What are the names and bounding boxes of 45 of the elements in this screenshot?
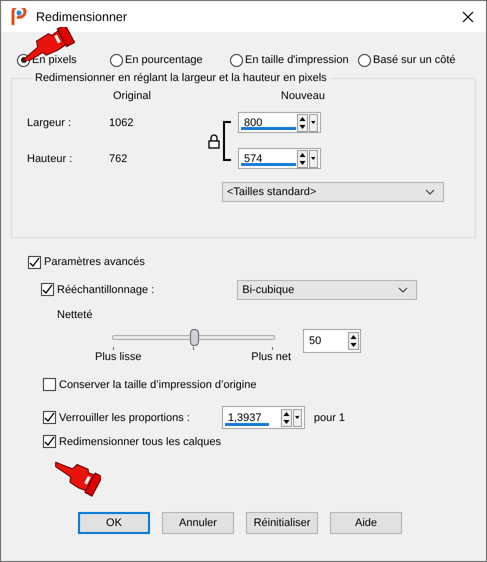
number-field[interactable]: 800 — [238, 112, 321, 133]
number-field[interactable]: 1,3937 — [222, 406, 305, 429]
checkbox-option[interactable]: Paramètres avancés — [28, 254, 145, 270]
dialog-button[interactable]: OK — [78, 512, 150, 534]
checkmark-icon — [44, 412, 55, 423]
radio-option[interactable]: Basé sur un côté — [358, 52, 476, 68]
checkbox-option[interactable]: Redimensionner tous les calques — [43, 435, 222, 448]
number-field[interactable]: 574 — [238, 148, 321, 169]
group-title: Redimensionner en réglant la largeur et la hauteur en pixels — [34, 72, 328, 84]
checkbox-option[interactable]: Rééchantillonnage : — [41, 283, 154, 296]
lock-icon[interactable] — [208, 132, 220, 148]
checkmark-icon — [42, 284, 53, 295]
original-value: 762 — [109, 152, 128, 164]
min-label: Plus lisse — [95, 350, 142, 362]
dimension-label: Hauteur : — [27, 152, 74, 164]
checkmark-icon — [44, 436, 55, 447]
chevron-down-icon — [398, 286, 408, 292]
spin-arrows-icon[interactable] — [280, 408, 303, 426]
spin-arrows-icon[interactable] — [297, 150, 319, 168]
sharpness-label: Netteté — [57, 308, 94, 322]
app-icon — [11, 8, 27, 26]
close-icon[interactable] — [462, 10, 474, 22]
max-label: Plus net — [251, 350, 291, 362]
dimension-label: Largeur : — [27, 116, 72, 128]
radio-option[interactable]: En pourcentage — [110, 52, 230, 68]
dialog-button[interactable]: Aide — [330, 512, 402, 534]
checkbox-option[interactable]: Verrouiller les proportions : — [43, 411, 190, 424]
column-header: Nouveau — [280, 90, 325, 104]
method-dropdown[interactable]: Bi-cubique — [237, 280, 418, 300]
checkmark-icon — [29, 256, 40, 268]
checkbox-option[interactable]: Conserver la taille d’impression d’origine — [43, 378, 256, 391]
spin-arrows-icon[interactable] — [297, 114, 319, 132]
dialog-button[interactable]: Annuler — [162, 512, 234, 534]
slider-thumb[interactable] — [190, 328, 198, 346]
number-field[interactable]: 50 — [303, 328, 361, 352]
link-bracket — [222, 120, 232, 160]
ratio-suffix: pour 1 — [314, 412, 346, 424]
chevron-down-icon — [425, 189, 435, 195]
radio-option[interactable]: En taille d'impression — [230, 52, 358, 68]
dialog-button[interactable]: Réinitialiser — [246, 512, 318, 534]
preset-dropdown[interactable]: <Tailles standard> — [222, 182, 444, 202]
spin-arrows-icon[interactable] — [348, 332, 359, 350]
column-header: Original — [113, 90, 151, 104]
window-title: Redimensionner — [36, 10, 128, 24]
original-value: 1062 — [109, 116, 134, 128]
